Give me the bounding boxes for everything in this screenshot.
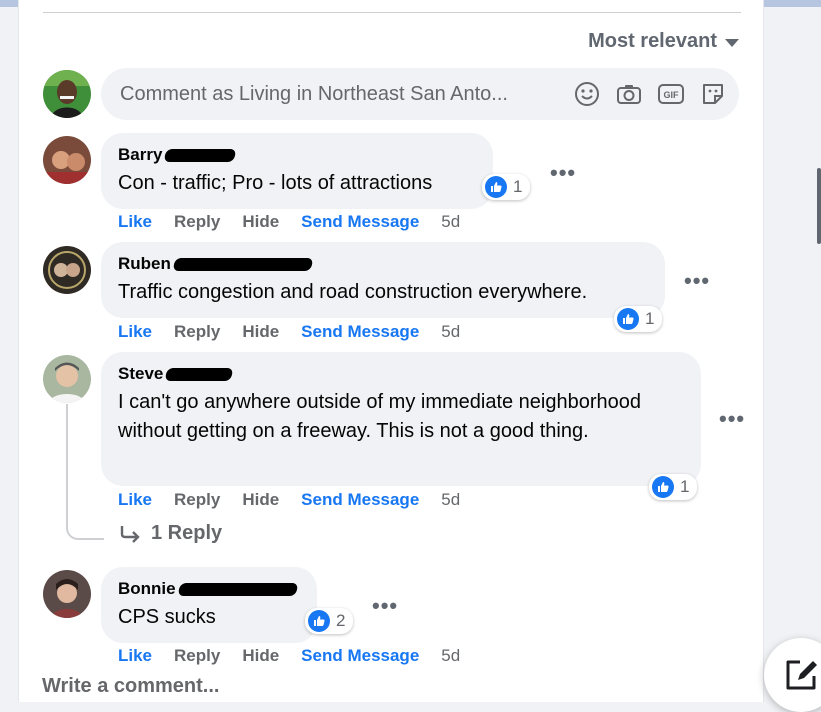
send-message-link[interactable]: Send Message: [301, 646, 419, 666]
avatar[interactable]: [43, 136, 91, 184]
comment-author[interactable]: Bonnie: [118, 578, 300, 600]
comment-author[interactable]: Ruben: [118, 253, 648, 275]
hide-link[interactable]: Hide: [242, 646, 279, 666]
comment-input[interactable]: [118, 81, 562, 107]
send-message-link[interactable]: Send Message: [301, 490, 419, 510]
compose-icon: [786, 660, 817, 690]
comment-composer[interactable]: GIF: [101, 68, 739, 120]
thumbs-up-icon: [617, 308, 639, 330]
more-options-icon[interactable]: •••: [550, 162, 576, 184]
timestamp[interactable]: 5d: [441, 490, 460, 510]
comment-author[interactable]: Steve: [118, 363, 684, 385]
page-avatar[interactable]: [43, 70, 91, 118]
comment-author[interactable]: Barry: [118, 144, 476, 166]
reply-link[interactable]: Reply: [174, 212, 220, 232]
comment-actions: Like Reply Hide Send Message 5d: [118, 490, 482, 510]
redaction-mark: [177, 582, 298, 596]
hide-link[interactable]: Hide: [242, 490, 279, 510]
sort-dropdown[interactable]: Most relevant: [588, 30, 739, 53]
like-link[interactable]: Like: [118, 322, 152, 342]
comment-actions: Like Reply Hide Send Message 5d: [118, 212, 482, 232]
caret-down-icon: [725, 38, 739, 47]
comment-text: I can't go anywhere outside of my immedi…: [118, 391, 642, 442]
more-options-icon[interactable]: •••: [684, 270, 710, 292]
reaction-count[interactable]: 1: [649, 474, 698, 500]
reaction-count[interactable]: 2: [305, 608, 354, 634]
reply-arrow-icon: [120, 525, 140, 543]
comment-text: CPS sucks: [118, 606, 216, 628]
sort-label: Most relevant: [588, 30, 717, 52]
reply-link[interactable]: Reply: [174, 490, 220, 510]
more-options-icon[interactable]: •••: [719, 408, 745, 430]
reaction-count[interactable]: 1: [482, 174, 531, 200]
comment-bubble: Barry Con - traffic; Pro - lots of attra…: [101, 133, 493, 209]
like-link[interactable]: Like: [118, 212, 152, 232]
avatar[interactable]: [43, 246, 91, 294]
comment-bubble: Steve I can't go anywhere outside of my …: [101, 352, 701, 486]
redaction-mark: [164, 367, 234, 381]
redaction-mark: [164, 148, 237, 162]
like-link[interactable]: Like: [118, 490, 152, 510]
scrollbar-thumb[interactable]: [817, 168, 821, 244]
more-options-icon[interactable]: •••: [372, 595, 398, 617]
comment-text: Con - traffic; Pro - lots of attractions: [118, 172, 433, 194]
new-message-button[interactable]: [764, 638, 821, 712]
avatar[interactable]: [43, 570, 91, 618]
replies-label: 1 Reply: [151, 522, 223, 544]
hide-link[interactable]: Hide: [242, 212, 279, 232]
send-message-link[interactable]: Send Message: [301, 212, 419, 232]
timestamp[interactable]: 5d: [441, 212, 460, 232]
comment-actions: Like Reply Hide Send Message 5d: [118, 322, 482, 342]
timestamp[interactable]: 5d: [441, 322, 460, 342]
svg-text:GIF: GIF: [664, 90, 680, 100]
comment-text: Traffic congestion and road construction…: [118, 281, 588, 303]
hide-link[interactable]: Hide: [242, 322, 279, 342]
sticker-icon[interactable]: [699, 80, 727, 108]
gif-icon[interactable]: GIF: [657, 80, 685, 108]
divider: [43, 12, 741, 13]
like-link[interactable]: Like: [118, 646, 152, 666]
view-replies-link[interactable]: 1 Reply: [119, 522, 222, 545]
reaction-count[interactable]: 1: [614, 306, 663, 332]
reply-link[interactable]: Reply: [174, 322, 220, 342]
comment-bubble: Ruben Traffic congestion and road constr…: [101, 242, 665, 318]
timestamp[interactable]: 5d: [441, 646, 460, 666]
send-message-link[interactable]: Send Message: [301, 322, 419, 342]
comments-panel: Most relevant GIF: [18, 0, 764, 702]
thumbs-up-icon: [485, 176, 507, 198]
avatar[interactable]: [43, 355, 91, 403]
write-comment-prompt[interactable]: Write a comment...: [42, 675, 219, 698]
emoji-icon[interactable]: [573, 80, 601, 108]
comment-actions: Like Reply Hide Send Message 5d: [118, 646, 482, 666]
reply-link[interactable]: Reply: [174, 646, 220, 666]
comment-bubble: Bonnie CPS sucks: [101, 567, 317, 643]
thumbs-up-icon: [652, 476, 674, 498]
thumbs-up-icon: [308, 610, 330, 632]
thread-line: [66, 404, 104, 540]
camera-icon[interactable]: [615, 80, 643, 108]
redaction-mark: [172, 257, 314, 271]
